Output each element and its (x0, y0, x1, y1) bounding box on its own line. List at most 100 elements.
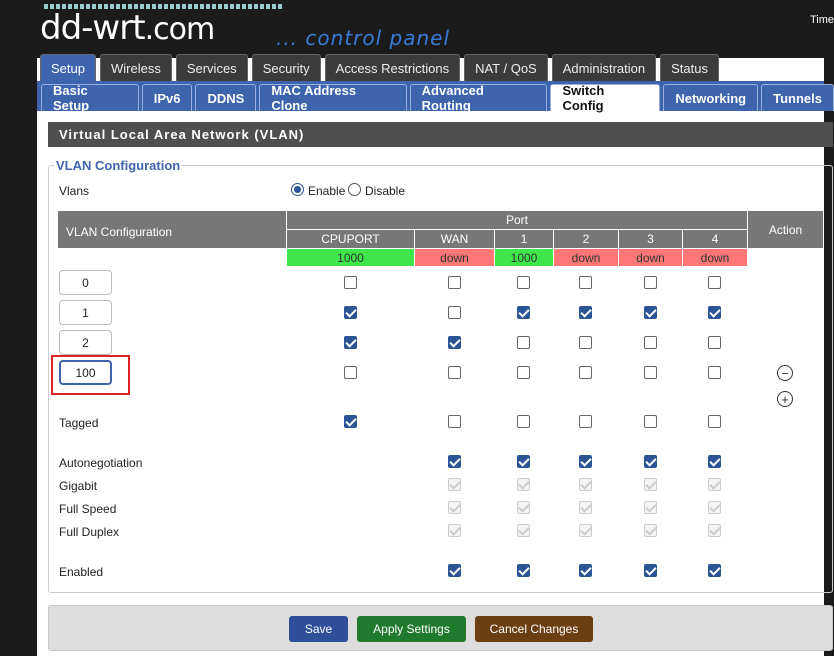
fullspeed-label: Full Speed (59, 502, 117, 516)
disable-radio[interactable] (348, 183, 361, 196)
minus-circle-icon[interactable]: − (777, 365, 793, 381)
vlan-port-checkbox[interactable] (448, 366, 461, 379)
autoneg-checkbox[interactable] (644, 455, 657, 468)
subtab-basic-setup[interactable]: Basic Setup (41, 83, 139, 113)
logo-text: dd-wrt (40, 8, 146, 48)
apply-settings-button[interactable]: Apply Settings (357, 616, 466, 642)
fullspeed-checkbox (517, 501, 530, 514)
subtab-networking[interactable]: Networking (663, 84, 759, 111)
subtab-tunnels[interactable]: Tunnels (761, 84, 834, 111)
vlan-port-checkbox[interactable] (344, 366, 357, 379)
vlan-id-input[interactable]: 2 (59, 330, 112, 355)
vlan-port-checkbox[interactable] (344, 306, 357, 319)
fullduplex-label: Full Duplex (59, 525, 120, 539)
control-panel-tagline: ... control panel (276, 26, 451, 50)
port-status-wan: down (415, 249, 494, 266)
autoneg-checkbox[interactable] (517, 455, 530, 468)
tab-administration[interactable]: Administration (551, 54, 657, 81)
port-status-cpuport: 1000 (287, 249, 414, 266)
vlan-port-checkbox[interactable] (448, 336, 461, 349)
section-title: Virtual Local Area Network (VLAN) (48, 122, 833, 147)
enabled-checkbox[interactable] (708, 564, 721, 577)
autoneg-label: Autonegotiation (59, 456, 143, 470)
port-status-1: 1000 (495, 249, 553, 266)
vlan-port-checkbox[interactable] (644, 336, 657, 349)
tab-security[interactable]: Security (251, 54, 321, 81)
vlan-id-input[interactable]: 0 (59, 270, 112, 295)
cancel-changes-button[interactable]: Cancel Changes (475, 616, 593, 642)
autoneg-checkbox[interactable] (708, 455, 721, 468)
vlan-id-input[interactable]: 1 (59, 300, 112, 325)
time-label: Time (810, 14, 834, 26)
action-header: Action (748, 211, 823, 248)
port-header: Port (287, 211, 747, 229)
port-header-2: 2 (554, 230, 618, 248)
tab-wireless[interactable]: Wireless (99, 54, 172, 81)
tagged-checkbox[interactable] (708, 415, 721, 428)
port-status-4: down (683, 249, 747, 266)
enabled-checkbox[interactable] (579, 564, 592, 577)
tab-access-restrictions[interactable]: Access Restrictions (324, 54, 461, 81)
tagged-checkbox[interactable] (644, 415, 657, 428)
plus-circle-icon[interactable]: + (777, 391, 793, 407)
vlan-port-checkbox[interactable] (644, 306, 657, 319)
tab-nat-qos[interactable]: NAT / QoS (464, 54, 548, 81)
autoneg-checkbox[interactable] (448, 455, 461, 468)
vlan-port-checkbox[interactable] (448, 276, 461, 289)
vlan-port-checkbox[interactable] (644, 276, 657, 289)
tab-services[interactable]: Services (175, 54, 248, 81)
vlan-port-checkbox[interactable] (344, 276, 357, 289)
vlan-port-checkbox[interactable] (708, 306, 721, 319)
tagged-checkbox[interactable] (579, 415, 592, 428)
subtab-switch-config[interactable]: Switch Config (550, 83, 661, 113)
subtab-mac-address-clone[interactable]: MAC Address Clone (259, 83, 407, 113)
vlan-port-checkbox[interactable] (708, 366, 721, 379)
enabled-label: Enabled (59, 565, 104, 579)
vlan-port-checkbox[interactable] (517, 336, 530, 349)
logo-suffix: .com (144, 12, 216, 47)
vlan-port-checkbox[interactable] (644, 366, 657, 379)
enabled-checkbox[interactable] (644, 564, 657, 577)
port-header-cpuport: CPUPORT (287, 230, 414, 248)
vlan-port-checkbox[interactable] (517, 366, 530, 379)
fullspeed-checkbox (579, 501, 592, 514)
tagged-label: Tagged (59, 416, 99, 430)
vlan-port-checkbox[interactable] (708, 336, 721, 349)
vlan-port-checkbox[interactable] (448, 306, 461, 319)
ddwrt-logo: dd-wrt.com (40, 8, 216, 50)
vlan-port-checkbox[interactable] (579, 276, 592, 289)
autoneg-checkbox[interactable] (579, 455, 592, 468)
subtab-ipv6[interactable]: IPv6 (141, 84, 193, 111)
fullspeed-checkbox (644, 501, 657, 514)
save-button[interactable]: Save (289, 616, 348, 642)
vlan-port-checkbox[interactable] (579, 366, 592, 379)
tagged-checkbox[interactable] (344, 415, 357, 428)
fullspeed-checkbox (708, 501, 721, 514)
main-tabs: Setup Wireless Services Security Access Rest… (40, 54, 719, 81)
fullduplex-checkbox (644, 524, 657, 537)
tab-setup[interactable]: Setup (40, 54, 96, 81)
gigabit-label: Gigabit (59, 479, 98, 493)
subtab-ddns[interactable]: DDNS (195, 84, 257, 111)
enabled-checkbox[interactable] (517, 564, 530, 577)
port-header-1: 1 (495, 230, 553, 248)
fullduplex-checkbox (517, 524, 530, 537)
vlan-port-checkbox[interactable] (517, 276, 530, 289)
tagged-checkbox[interactable] (448, 415, 461, 428)
vlan-port-checkbox[interactable] (344, 336, 357, 349)
vlan-port-checkbox[interactable] (517, 306, 530, 319)
vlan-config-header: VLAN Configuration (58, 211, 286, 248)
vlan-port-checkbox[interactable] (708, 276, 721, 289)
gigabit-checkbox (448, 478, 461, 491)
enable-radio[interactable] (291, 183, 304, 196)
tagged-checkbox[interactable] (517, 415, 530, 428)
vlan-port-checkbox[interactable] (579, 306, 592, 319)
gigabit-checkbox (579, 478, 592, 491)
port-status-2: down (554, 249, 618, 266)
vlan-port-checkbox[interactable] (579, 336, 592, 349)
fullduplex-checkbox (708, 524, 721, 537)
fullduplex-checkbox (448, 524, 461, 537)
tab-status[interactable]: Status (660, 54, 719, 81)
subtab-advanced-routing[interactable]: Advanced Routing (409, 83, 548, 113)
enabled-checkbox[interactable] (448, 564, 461, 577)
